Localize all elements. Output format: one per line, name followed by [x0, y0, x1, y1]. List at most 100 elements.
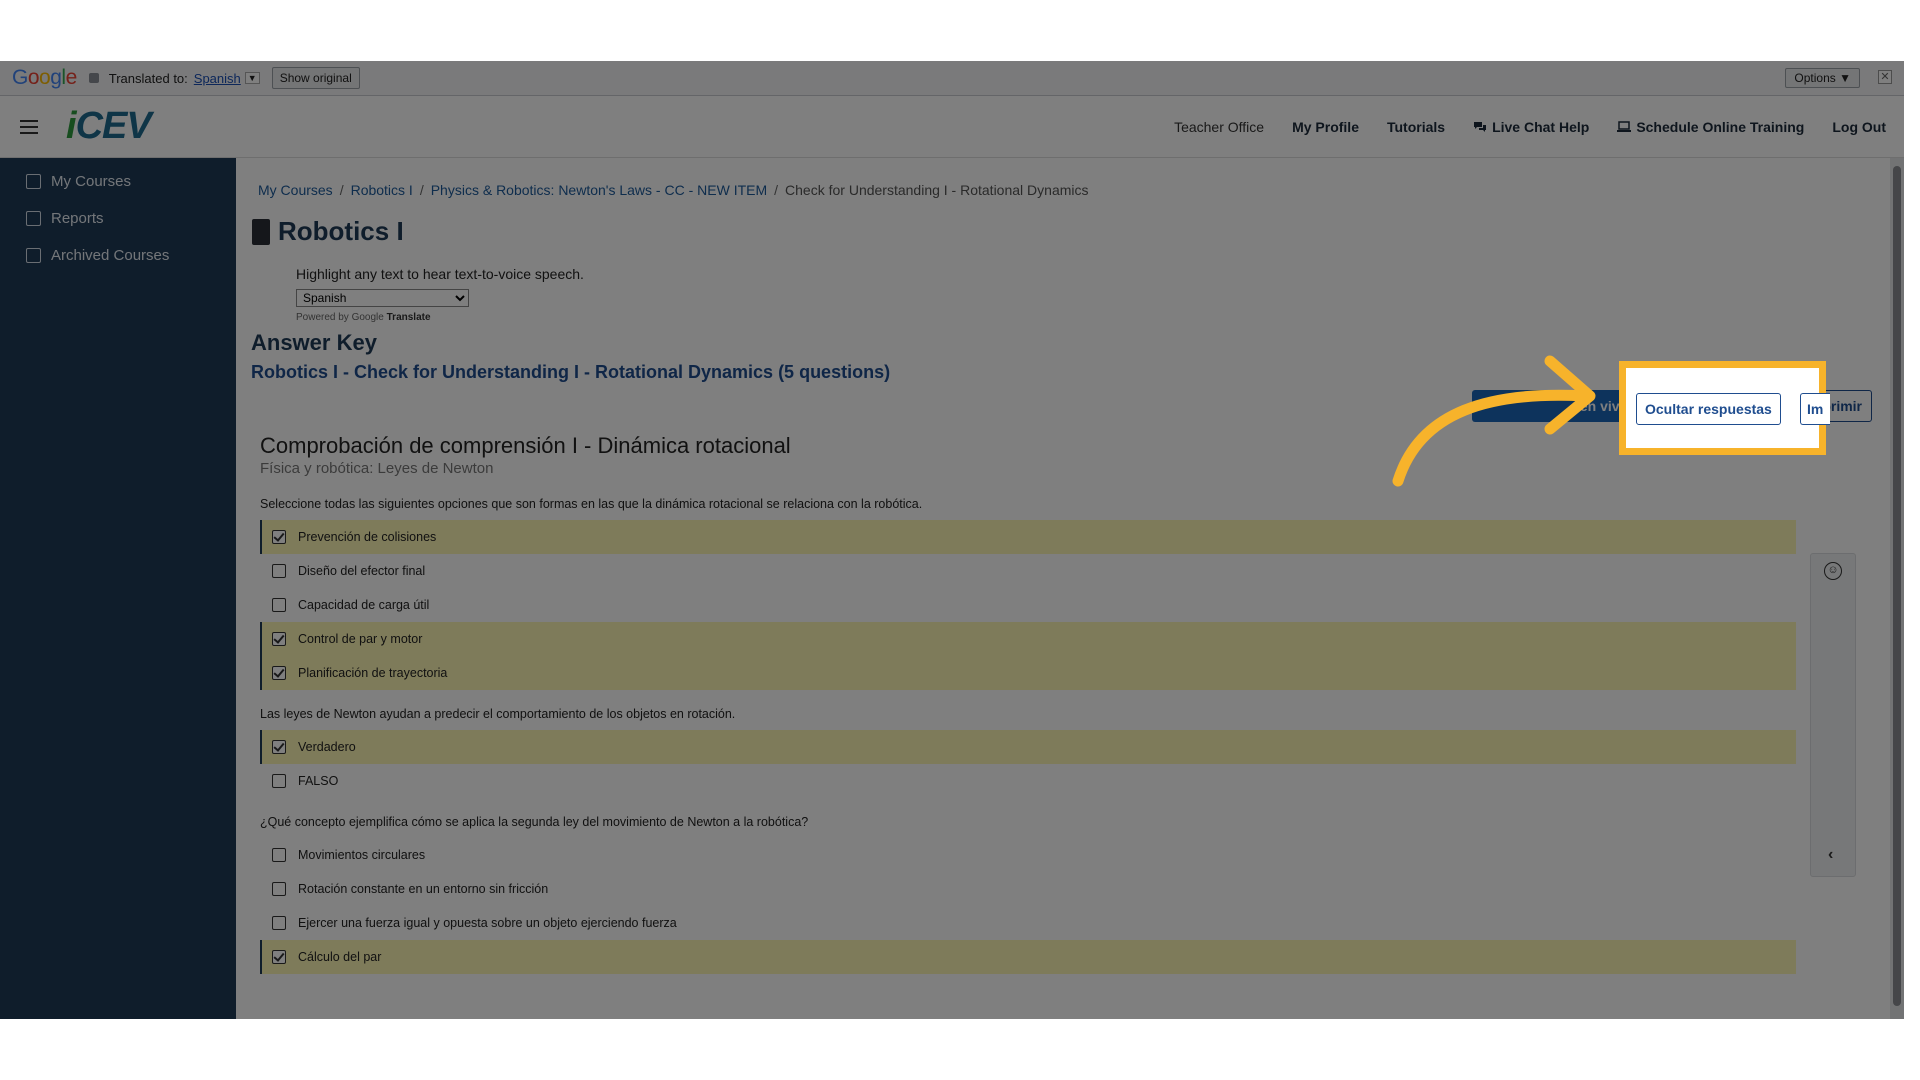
- answer-option[interactable]: Rotación constante en un entorno sin fri…: [260, 872, 1796, 906]
- powered-google-text: Google: [351, 312, 384, 323]
- breadcrumb-separator: /: [419, 182, 424, 198]
- nav-my-profile[interactable]: My Profile: [1292, 119, 1359, 135]
- accessibility-icon[interactable]: ☺: [1824, 562, 1842, 580]
- close-icon[interactable]: ✕: [1878, 70, 1892, 84]
- breadcrumb-separator: /: [339, 182, 344, 198]
- answer-option[interactable]: Verdadero: [260, 730, 1796, 764]
- option-label: Prevención de colisiones: [298, 530, 437, 544]
- page-title: Robotics I: [252, 216, 404, 247]
- google-translate-bar: Google Translated to: Spanish ▼ Show ori…: [0, 61, 1904, 96]
- checkbox[interactable]: [272, 598, 286, 612]
- lock-icon: [88, 73, 99, 83]
- document-title: Comprobación de comprensión I - Dinámica…: [260, 433, 791, 458]
- sidebar-item-my-courses[interactable]: My Courses: [0, 163, 236, 200]
- sidebar: My Courses Reports Archived Courses: [0, 158, 236, 1019]
- checkbox[interactable]: [272, 848, 286, 862]
- tts-hint: Highlight any text to hear text-to-voice…: [296, 266, 584, 282]
- nav-teacher-office[interactable]: Teacher Office: [1174, 119, 1264, 135]
- course-title-text: Robotics I: [278, 216, 404, 246]
- sidebar-item-archived-courses[interactable]: Archived Courses: [0, 237, 236, 274]
- answer-option[interactable]: FALSO: [260, 764, 1796, 798]
- scrollbar[interactable]: [1890, 158, 1904, 1019]
- option-label: Ejercer una fuerza igual y opuesta sobre…: [298, 916, 677, 930]
- breadcrumb: My Courses / Robotics I / Physics & Robotics…: [258, 182, 1089, 198]
- powered-by-text: Powered by: [296, 312, 349, 323]
- hide-answers-button-highlighted[interactable]: Ocultar respuestas: [1636, 393, 1781, 425]
- nav-live-chat[interactable]: Live Chat Help: [1473, 119, 1589, 135]
- document-subtitle: Física y robótica: Leyes de Newton: [260, 460, 494, 477]
- option-label: Cálculo del par: [298, 950, 382, 964]
- checkbox-checked[interactable]: [272, 666, 286, 680]
- question-list: Seleccione todas las siguientes opciones…: [260, 488, 1796, 974]
- scrollbar-thumb[interactable]: [1893, 166, 1901, 1006]
- chat-icon: [1474, 122, 1487, 132]
- option-label: Movimientos circulares: [298, 848, 426, 862]
- language-select[interactable]: Spanish: [296, 289, 469, 307]
- browser-viewport: Google Translated to: Spanish ▼ Show ori…: [0, 61, 1904, 1019]
- reports-icon: [26, 211, 41, 226]
- checkbox[interactable]: [272, 774, 286, 788]
- option-label: Rotación constante en un entorno sin fri…: [298, 882, 549, 896]
- question-text: ¿Qué concepto ejemplifica cómo se aplica…: [260, 815, 809, 829]
- sidebar-item-label: Archived Courses: [51, 247, 170, 264]
- hamburger-menu-icon[interactable]: [20, 116, 38, 138]
- option-label: FALSO: [298, 774, 339, 788]
- breadcrumb-separator: /: [774, 182, 779, 198]
- answer-option[interactable]: Planificación de trayectoria: [260, 656, 1796, 690]
- breadcrumb-my-courses[interactable]: My Courses: [258, 182, 333, 198]
- live-chat-label: Live Chat Help: [1492, 119, 1590, 135]
- answer-option[interactable]: Movimientos circulares: [260, 838, 1796, 872]
- tutorial-highlight-box: Ocultar respuestas Im: [1619, 361, 1830, 455]
- option-label: Capacidad de carga útil: [298, 598, 430, 612]
- main-content: My Courses / Robotics I / Physics & Robotics…: [236, 158, 1904, 1019]
- top-nav: Teacher Office My Profile Tutorials Live…: [1174, 96, 1886, 158]
- option-label: Verdadero: [298, 740, 356, 754]
- translated-to-label: Translated to:: [108, 70, 188, 86]
- laptop-icon: [1617, 121, 1632, 132]
- checkbox-checked[interactable]: [272, 740, 286, 754]
- translate-language-link[interactable]: Spanish: [194, 71, 241, 86]
- option-label: Planificación de trayectoria: [298, 666, 448, 680]
- breadcrumb-current: Check for Understanding I - Rotational D…: [785, 182, 1089, 198]
- accessibility-rail: ☺ ‹: [1810, 553, 1856, 877]
- breadcrumb-unit[interactable]: Physics & Robotics: Newton's Laws - CC -…: [431, 182, 767, 198]
- question-text: Las leyes de Newton ayudan a predecir el…: [260, 707, 736, 721]
- site-header: iCEV Teacher Office My Profile Tutorials…: [0, 96, 1904, 158]
- options-button[interactable]: Options ▼: [1785, 68, 1860, 88]
- checkbox[interactable]: [272, 564, 286, 578]
- checkbox-checked[interactable]: [272, 632, 286, 646]
- question-text: Seleccione todas las siguientes opciones…: [260, 497, 923, 511]
- print-button-highlighted[interactable]: Im: [1800, 393, 1830, 425]
- google-logo: Google: [12, 66, 77, 89]
- answer-option[interactable]: Ejercer una fuerza igual y opuesta sobre…: [260, 906, 1796, 940]
- nav-schedule-training[interactable]: Schedule Online Training: [1617, 119, 1804, 135]
- nav-logout[interactable]: Log Out: [1832, 119, 1886, 135]
- sidebar-item-label: My Courses: [51, 173, 132, 190]
- answer-option[interactable]: Cálculo del par: [260, 940, 1796, 974]
- checkbox[interactable]: [272, 916, 286, 930]
- chevron-down-icon[interactable]: ▼: [244, 72, 260, 84]
- answer-option[interactable]: Control de par y motor: [260, 622, 1796, 656]
- icev-logo[interactable]: iCEV: [66, 105, 152, 148]
- tutorial-arrow-icon: [1392, 355, 1596, 487]
- quiz-title: Robotics I - Check for Understanding I -…: [251, 362, 891, 382]
- answer-option[interactable]: Prevención de colisiones: [260, 520, 1796, 554]
- answer-option[interactable]: Diseño del efector final: [260, 554, 1796, 588]
- breadcrumb-robotics[interactable]: Robotics I: [351, 182, 413, 198]
- checkbox-checked[interactable]: [272, 950, 286, 964]
- powered-translate-text: Translate: [386, 312, 431, 323]
- nav-tutorials[interactable]: Tutorials: [1387, 119, 1445, 135]
- document-icon: [252, 218, 270, 245]
- checkbox[interactable]: [272, 882, 286, 896]
- option-label: Control de par y motor: [298, 632, 423, 646]
- chevron-left-icon[interactable]: ‹: [1828, 846, 1833, 864]
- sidebar-item-label: Reports: [51, 210, 104, 227]
- sidebar-item-reports[interactable]: Reports: [0, 200, 236, 237]
- schedule-label: Schedule Online Training: [1636, 119, 1805, 135]
- home-icon: [26, 174, 41, 189]
- answer-option[interactable]: Capacidad de carga útil: [260, 588, 1796, 622]
- powered-by-translate: Powered by Google Translate: [296, 312, 431, 323]
- archive-icon: [26, 248, 41, 263]
- show-original-button[interactable]: Show original: [271, 67, 360, 89]
- checkbox-checked[interactable]: [272, 530, 286, 544]
